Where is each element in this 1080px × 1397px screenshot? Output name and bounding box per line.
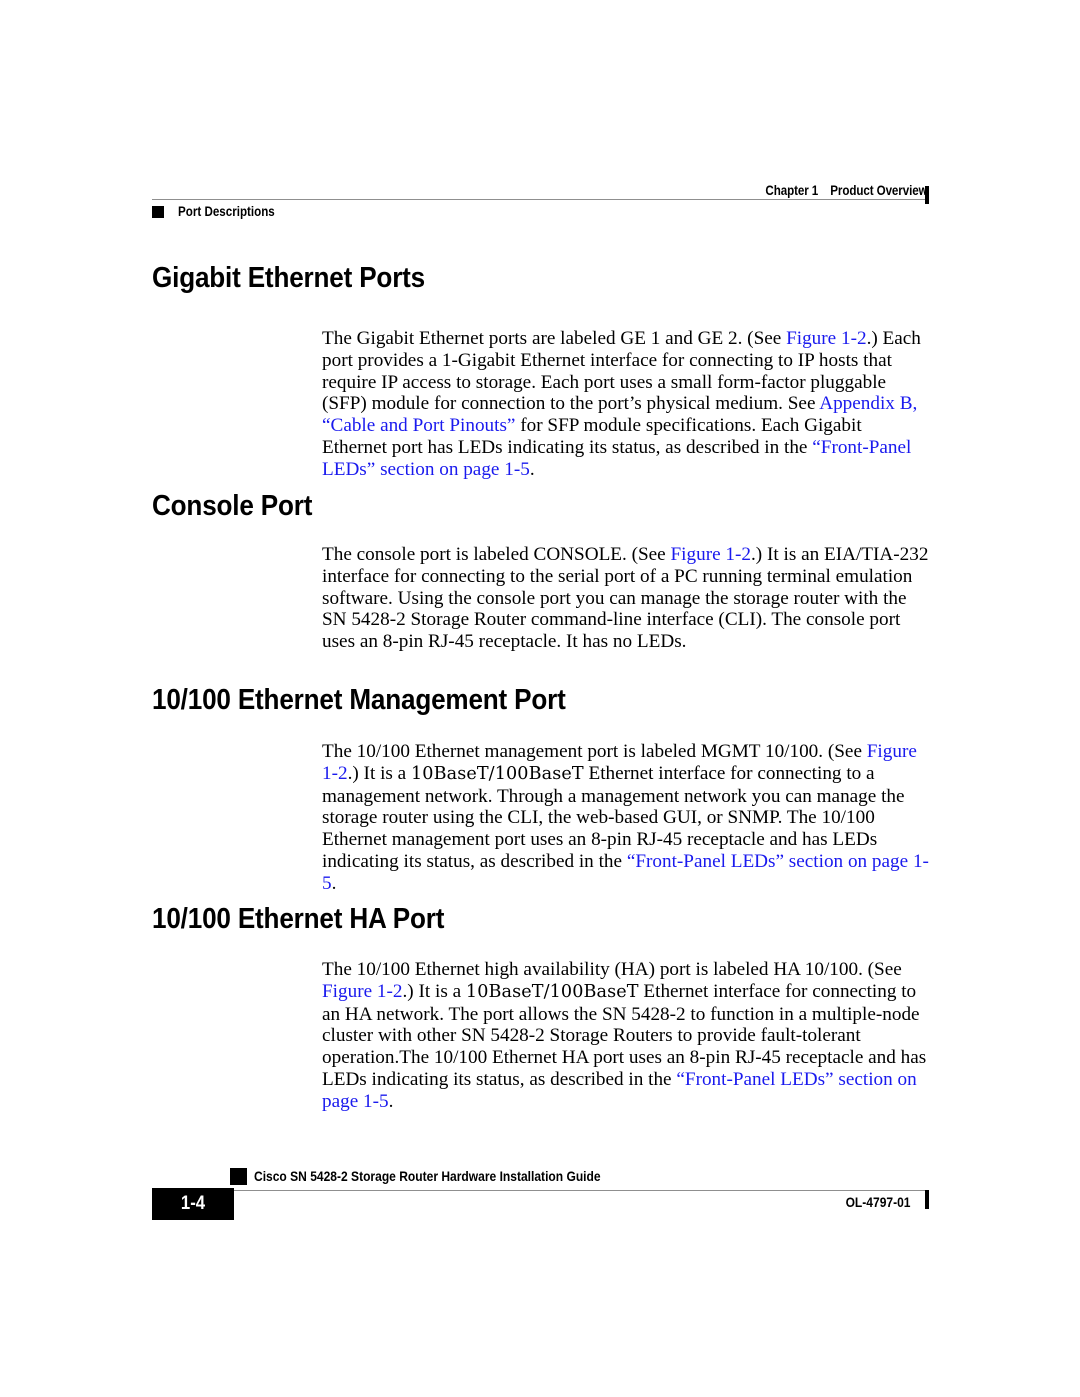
header-section-name: Port Descriptions [178,204,275,219]
footer-guide-title: Cisco SN 5428-2 Storage Router Hardware … [254,1168,601,1184]
heading-gigabit-ethernet-ports: Gigabit Ethernet Ports [152,262,426,294]
body-text-run: . [331,872,337,894]
page-header: Chapter 1 Product Overview Port Descripti… [152,176,929,222]
header-chapter-text: Chapter 1 Product Overview [766,183,928,198]
footer-rule [152,1190,928,1191]
cross-reference-link[interactable]: Figure 1-2 [786,328,866,349]
cross-reference-link[interactable]: Figure 1-2 [671,544,751,565]
footer-page-number: 1-4 [180,1193,206,1214]
body-text-run: The console port is labeled CONSOLE. (Se… [322,544,671,565]
footer-document-id: OL-4797-01 [845,1194,910,1210]
header-chapter-row: Chapter 1 Product Overview [152,176,928,198]
header-chapter-label: Chapter 1 [765,183,819,198]
heading-ethernet-management-port: 10/100 Ethernet Management Port [152,684,566,716]
body-text-run: .) It is a [347,762,411,784]
header-chapter-title: Product Overview [830,183,928,198]
paragraph-gigabit-ethernet-ports: The Gigabit Ethernet ports are labeled G… [322,328,930,481]
paragraph-ethernet-management-port: The 10/100 Ethernet management port is l… [322,741,930,895]
technical-term: 10BaseT/100BaseT [411,763,584,784]
technical-term: 10BaseT/100BaseT [465,981,639,1002]
header-change-bar [925,186,929,204]
document-page: Chapter 1 Product Overview Port Descripti… [0,0,1080,1397]
body-text-run: The Gigabit Ethernet ports are labeled G… [322,328,787,349]
paragraph-ethernet-ha-port: The 10/100 Ethernet high availability (H… [322,959,930,1113]
heading-console-port: Console Port [152,490,313,522]
header-rule [152,199,928,200]
body-text-run: The 10/100 Ethernet management port is l… [322,741,867,762]
footer-square-bullet-icon [230,1168,247,1185]
body-text-run: .) It is a [402,980,466,1002]
header-section-row: Port Descriptions [152,204,291,219]
footer-page-number-box: 1-4 [152,1188,234,1220]
body-text-run: . [529,458,535,480]
heading-ethernet-ha-port: 10/100 Ethernet HA Port [152,903,445,935]
body-text-run: The 10/100 Ethernet high availability (H… [322,959,902,980]
paragraph-console-port: The console port is labeled CONSOLE. (Se… [322,544,930,653]
footer-change-bar [925,1190,929,1209]
page-footer: Cisco SN 5428-2 Storage Router Hardware … [152,1168,929,1228]
cross-reference-link[interactable]: Figure 1-2 [322,981,402,1002]
body-text-run: . [388,1090,394,1112]
square-bullet-icon [152,205,164,218]
